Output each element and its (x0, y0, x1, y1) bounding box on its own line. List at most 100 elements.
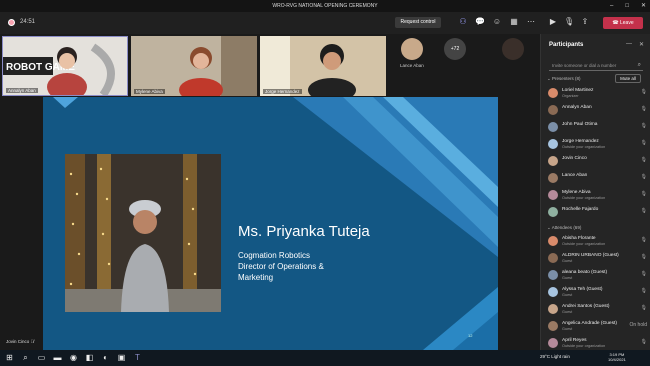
meeting-toolbar: 24:51 Request control ⚇ 💬 ☺ ▦ ⋯ ▶ 🎙 ⇪ ☎ … (0, 12, 650, 34)
reactions-icon[interactable]: ☺ (492, 17, 502, 27)
mic-muted-icon: 🎙 (640, 305, 647, 311)
participant-row[interactable]: Jorge Hernandez Outside your organization… (547, 136, 647, 153)
video-tile-annalyn[interactable]: ROBOT GAME Annalyn Aban (2, 36, 128, 96)
presenters-count: Presenters (8) (552, 76, 581, 81)
camera-icon[interactable]: ▶ (548, 17, 558, 27)
participant-status: 🎙 (641, 89, 647, 95)
windows-taskbar: ⊞ ⌕ ▭ ▬ ◉ ◧ ◐ ▣ T 29°C Light rain 3:19 P… (0, 350, 650, 366)
minimize-icon[interactable]: – (610, 0, 613, 12)
mic-muted-icon: 🎙̸ (30, 339, 34, 344)
avatar (548, 122, 558, 132)
request-control-button[interactable]: Request control (395, 17, 441, 28)
participant-name: Abisha Florante (562, 236, 596, 241)
participant-name: Lance Aban (562, 173, 588, 178)
avatar (548, 139, 558, 149)
search-icon: ⌕ (637, 62, 641, 68)
participant-row[interactable]: John Paul Otima 🎙 (547, 119, 647, 136)
presenters-header[interactable]: ⌄ Presenters (8) (547, 76, 581, 82)
self-name: Jovin Cinco (6, 339, 30, 344)
av-controls: ▶ 🎙 ⇪ (548, 17, 590, 27)
mic-muted-icon: 🎙 (640, 237, 647, 243)
panel-title: Participants (549, 42, 584, 48)
office-icon[interactable]: ◧ (85, 353, 94, 362)
avatar (548, 304, 558, 314)
invite-placeholder: Invite someone or dial a number (552, 63, 617, 68)
mute-all-button[interactable]: Mute all (615, 74, 641, 83)
participants-icon[interactable]: ⚇ (458, 17, 468, 27)
more-actions-icon[interactable]: ⋯ (526, 17, 536, 27)
participant-row[interactable]: ALDRIN URBANO (Guest) Guest 🎙 (547, 250, 647, 267)
participant-name: Mylene Abiva (562, 190, 591, 195)
chat-icon[interactable]: 💬 (475, 17, 485, 27)
participant-row[interactable]: Jovin Cinco 🎙 (547, 153, 647, 170)
overflow-count: +72 (444, 38, 466, 60)
mic-muted-icon: 🎙 (640, 254, 647, 260)
chrome-icon[interactable]: ◉ (69, 353, 78, 362)
leave-button[interactable]: ☎ Leave (603, 17, 643, 29)
file-explorer-icon[interactable]: ▬ (53, 353, 62, 362)
attendees-list: Abisha Florante Outside your organization… (547, 233, 647, 352)
taskbar-clock[interactable]: 3:19 PM 10/4/2021 (608, 352, 626, 362)
participant-role: Outside your organization (562, 344, 606, 348)
teams-icon[interactable]: T (133, 353, 142, 362)
slide-page-number: 12 (468, 333, 473, 338)
task-view-icon[interactable]: ▭ (37, 353, 46, 362)
powerpoint-icon[interactable]: ◐ (101, 353, 110, 362)
attendees-header[interactable]: ⌄ Attendees (69) (547, 225, 581, 231)
mic-muted-icon: 🎙 (640, 140, 647, 146)
participant-name: Annalyn Aban (562, 105, 592, 110)
avatar (548, 156, 558, 166)
participant-row[interactable]: Andrei Santos (Guest) Guest 🎙 (547, 301, 647, 318)
collapse-icon[interactable]: — (626, 41, 632, 47)
maximize-icon[interactable]: □ (625, 0, 629, 12)
chevron-down-icon: ⌄ (547, 225, 551, 230)
participant-status: On hold (629, 322, 647, 328)
speaker-org: Cogmation Robotics (238, 251, 311, 260)
share-screen-icon[interactable]: ⇪ (580, 17, 590, 27)
rooms-icon[interactable]: ▦ (509, 17, 519, 27)
participant-status: 🎙 (641, 305, 647, 311)
participant-status: 🎙 (641, 123, 647, 129)
participant-status: 🎙 (641, 140, 647, 146)
shared-slide: Ms. Priyanka Tuteja Cogmation Robotics D… (43, 97, 498, 350)
avatar (548, 236, 558, 246)
invite-input[interactable]: Invite someone or dial a number ⌕ (549, 60, 643, 71)
video-tile-jorge[interactable]: Jorge Hernandez (260, 36, 386, 96)
participant-row[interactable]: Rochelle Fajardo 🎙 (547, 204, 647, 221)
video-tile-mylene[interactable]: Mylene Abiva (131, 36, 257, 96)
participant-status: 🎙 (641, 191, 647, 197)
avatar-tile-self[interactable] (502, 38, 524, 60)
participant-row[interactable]: Loriel Martinez Organizer 🎙 (547, 85, 647, 102)
microphone-icon[interactable]: 🎙 (564, 17, 574, 27)
participant-status: 🎙 (641, 157, 647, 163)
avatar (548, 321, 558, 331)
close-icon[interactable]: ✕ (641, 0, 646, 12)
clock-date: 10/4/2021 (608, 357, 626, 362)
participant-row[interactable]: Lance Aban 🎙 (547, 170, 647, 187)
participant-name: Alyssa Teh (Guest) (562, 287, 603, 292)
photos-icon[interactable]: ▣ (117, 353, 126, 362)
close-panel-icon[interactable]: ✕ (639, 41, 644, 48)
mic-muted-icon: 🎙 (640, 288, 647, 294)
avatar (502, 38, 524, 60)
weather-widget[interactable]: 29°C Light rain (540, 354, 570, 359)
recording-icon (8, 19, 15, 26)
participant-name: Jorge Hernandez (562, 139, 599, 144)
participant-row[interactable]: Alyssa Teh (Guest) Guest 🎙 (547, 284, 647, 301)
overflow-participants[interactable]: +72 (444, 38, 466, 60)
participant-role: Organizer (562, 94, 579, 98)
participant-row[interactable]: Mylene Abiva Outside your organization 🎙 (547, 187, 647, 204)
self-view-label: Jovin Cinco 🎙̸ (6, 339, 34, 344)
meeting-timer: 24:51 (20, 19, 36, 25)
participant-row[interactable]: Abisha Florante Outside your organization… (547, 233, 647, 250)
avatar-tile-lance[interactable]: Lance Aban (400, 38, 424, 68)
participant-row[interactable]: aleana beato (Guest) Guest 🎙 (547, 267, 647, 284)
avatar (548, 105, 558, 115)
participant-row[interactable]: Annalyn Aban 🎙 (547, 102, 647, 119)
search-icon[interactable]: ⌕ (21, 353, 30, 362)
video-feed-image (131, 36, 257, 96)
windows-start-icon[interactable]: ⊞ (5, 353, 14, 362)
participant-role: Outside your organization (562, 145, 606, 149)
participant-row[interactable]: Angelica Andrade (Guest) Guest On hold (547, 318, 647, 335)
participant-name: April Reyes (562, 338, 587, 343)
